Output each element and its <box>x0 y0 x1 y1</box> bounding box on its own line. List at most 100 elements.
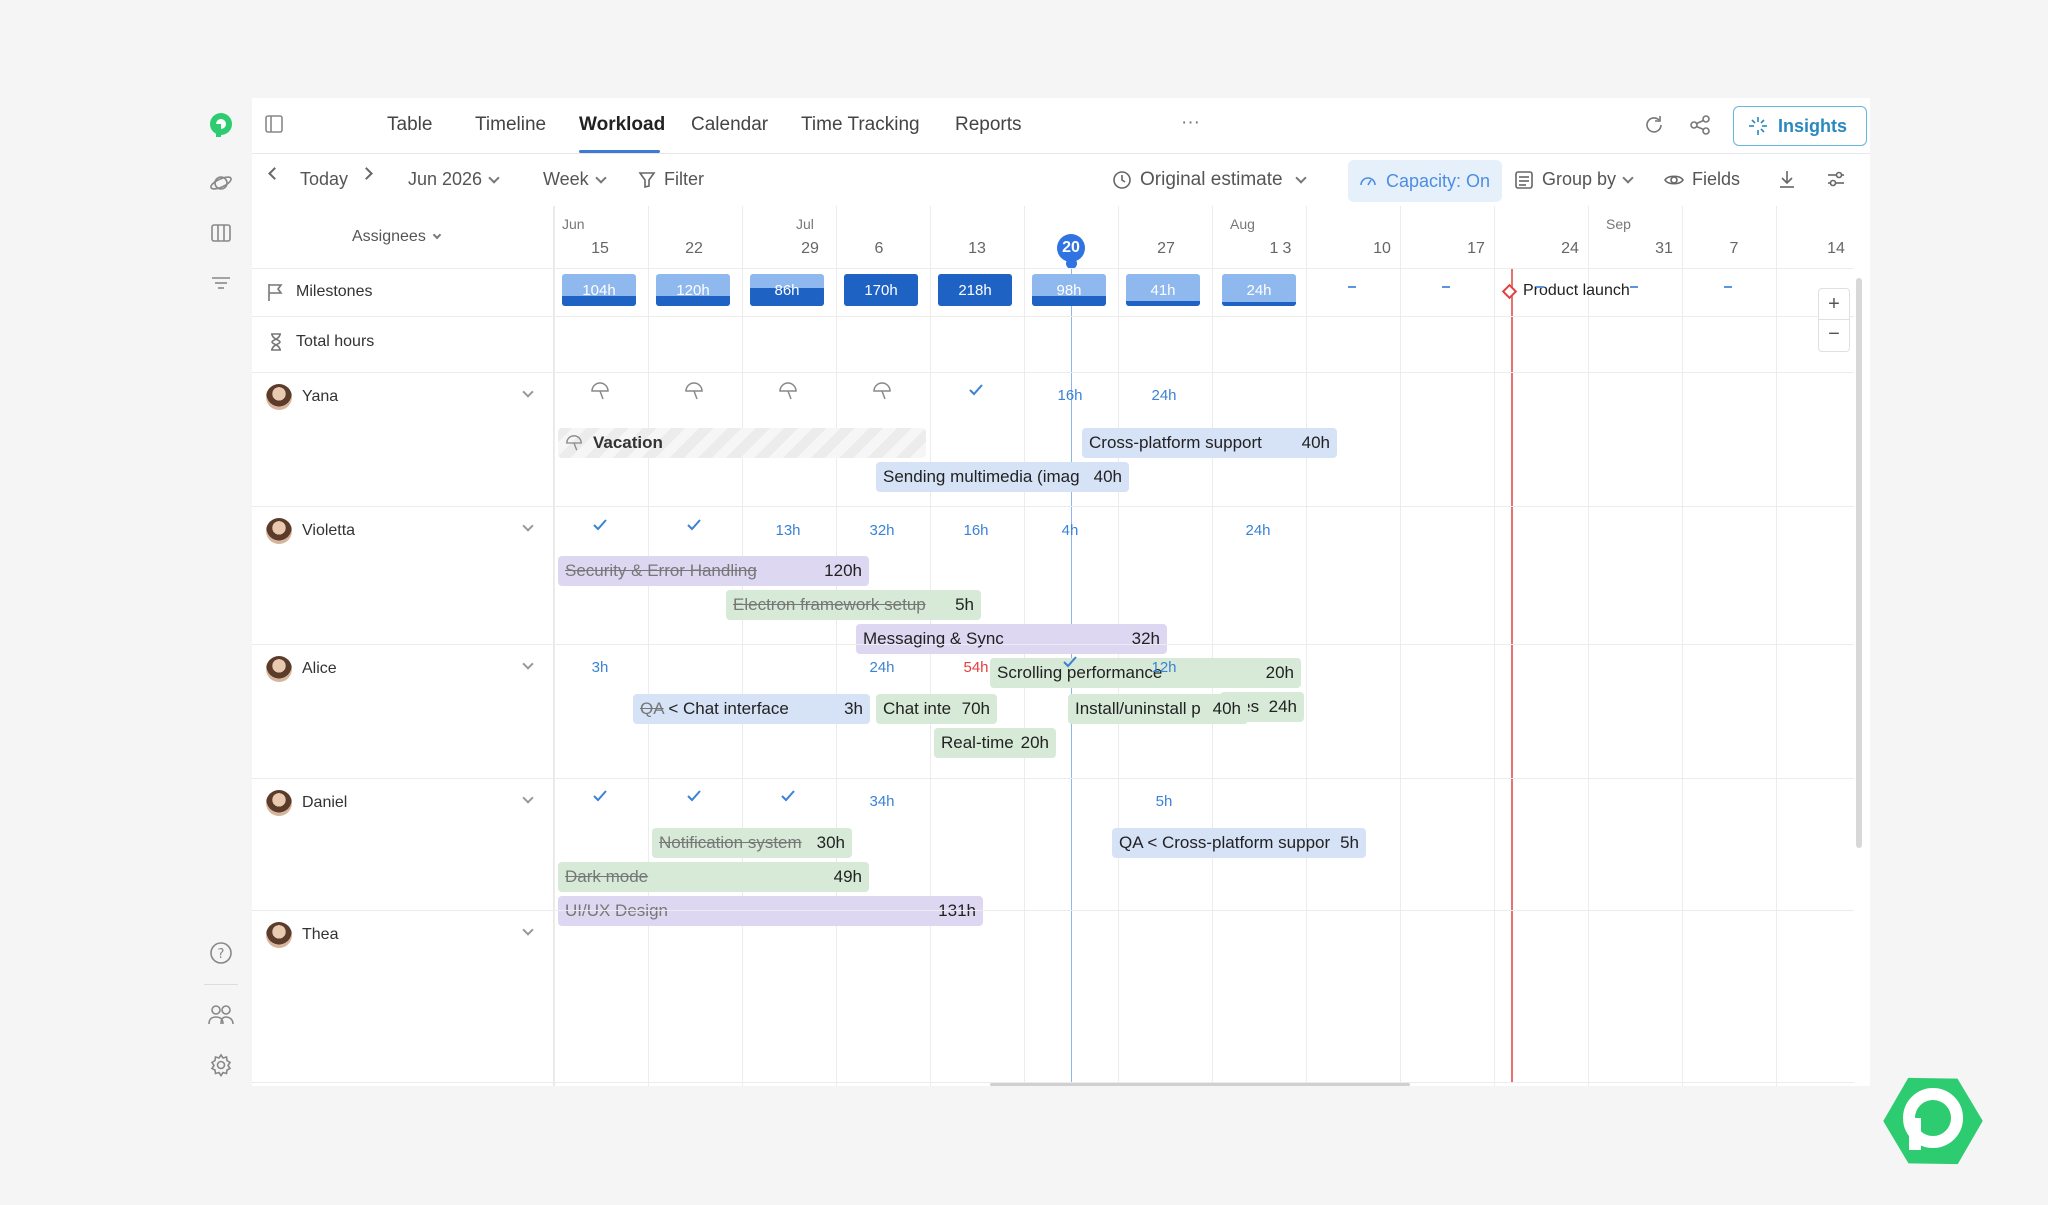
total-hours-bar[interactable]: 170h <box>844 274 918 306</box>
tab-table[interactable]: Table <box>387 114 432 136</box>
capacity-cell: 34h <box>869 793 895 810</box>
task-hours: 40h <box>1093 467 1122 486</box>
filter-button[interactable]: Filter <box>638 169 704 190</box>
estimate-select[interactable]: Original estimate <box>1112 169 1307 191</box>
empty-hours-dash <box>1630 286 1638 288</box>
total-hours-bar[interactable]: 86h <box>750 274 824 306</box>
capacity-cell: 4h <box>1061 522 1079 539</box>
team-icon[interactable] <box>206 1000 236 1030</box>
task-name: Dark mode <box>565 867 649 886</box>
total-hours-label: Total hours <box>296 333 375 350</box>
zoom-control: + − <box>1818 288 1850 352</box>
task-bar[interactable]: Electron framework setup 5h <box>726 590 981 620</box>
assignee-thea[interactable]: Thea <box>266 922 338 948</box>
task-name: Vacation <box>593 433 663 452</box>
week-gridline <box>1776 206 1777 1086</box>
capacity-toggle[interactable]: Capacity: On <box>1348 160 1502 202</box>
tab-reports[interactable]: Reports <box>955 114 1022 136</box>
total-hours-bar[interactable]: 24h <box>1222 274 1296 306</box>
total-hours-bar[interactable]: 104h <box>562 274 636 306</box>
scale-select[interactable]: Week <box>543 169 607 190</box>
refresh-icon[interactable] <box>1643 114 1665 141</box>
scale-label: Week <box>543 169 589 189</box>
assignee-name: Violetta <box>302 522 356 539</box>
task-bar[interactable]: Scrolling performance 20h <box>990 658 1301 688</box>
share-icon[interactable] <box>1689 114 1711 141</box>
assignee-alice[interactable]: Alice <box>266 656 337 682</box>
total-hours-value: 98h <box>1056 281 1082 299</box>
total-hours-value: 170h <box>864 281 898 299</box>
total-hours-bar[interactable]: 218h <box>938 274 1012 306</box>
today-button[interactable]: Today <box>300 169 348 190</box>
milestone-product-launch[interactable]: Product launch <box>1501 282 1630 300</box>
download-icon[interactable] <box>1777 169 1797 189</box>
week-gridline <box>742 206 743 1086</box>
next-period-button[interactable] <box>360 167 373 180</box>
board-icon[interactable] <box>206 218 236 248</box>
period-select[interactable]: Jun 2026 <box>408 169 500 190</box>
assignees-sort-button[interactable]: Assignees <box>352 228 442 246</box>
capacity-cell: 24h <box>1245 522 1271 539</box>
task-bar[interactable]: Chat inte 70h <box>876 694 997 724</box>
week-label: 29 <box>801 240 819 257</box>
sparkle-icon <box>1749 117 1767 135</box>
more-tabs-button[interactable]: ··· <box>1181 112 1200 134</box>
estimate-label: Original estimate <box>1140 169 1283 190</box>
settings-gear-icon[interactable] <box>206 1050 236 1080</box>
insights-button[interactable]: Insights <box>1733 106 1867 146</box>
filter-list-icon[interactable] <box>206 268 236 298</box>
week-gridline <box>1212 206 1213 1086</box>
tab-calendar[interactable]: Calendar <box>691 114 768 136</box>
assignee-daniel[interactable]: Daniel <box>266 790 347 816</box>
total-hours-value: 120h <box>676 281 710 299</box>
brand-logo-icon[interactable] <box>206 110 236 140</box>
row-divider <box>252 316 1854 317</box>
tab-time-tracking[interactable]: Time Tracking <box>801 114 920 136</box>
zoom-in-button[interactable]: + <box>1819 289 1849 320</box>
planet-icon[interactable] <box>206 168 236 198</box>
total-hours-value: 41h <box>1150 281 1176 299</box>
task-bar[interactable]: Dark mode 49h <box>558 862 869 892</box>
task-bar[interactable]: QA < Chat interface 3h <box>633 694 870 724</box>
eye-icon <box>1664 174 1684 185</box>
task-bar[interactable]: Messaging & Sync 32h <box>856 624 1167 654</box>
task-hours: 5h <box>1340 833 1359 852</box>
panel-toggle-icon[interactable] <box>264 114 284 139</box>
task-bar[interactable]: UI/UX Design 131h <box>558 896 983 926</box>
task-bar[interactable]: Security & Error Handling 120h <box>558 556 869 586</box>
check-icon <box>591 516 609 538</box>
assignee-violetta[interactable]: Violetta <box>266 518 355 544</box>
capacity-cell: 32h <box>869 522 895 539</box>
assignee-yana[interactable]: Yana <box>266 384 338 410</box>
tab-workload[interactable]: Workload <box>579 114 665 136</box>
total-hours-bar[interactable]: 98h <box>1032 274 1106 306</box>
vertical-scrollbar[interactable] <box>1856 278 1862 848</box>
chevron-down-icon <box>1622 171 1634 184</box>
avatar <box>266 384 292 410</box>
week-gridline <box>554 206 555 1086</box>
horizontal-scrollbar[interactable] <box>990 1083 1410 1086</box>
total-hours-bar[interactable]: 41h <box>1126 274 1200 306</box>
week-label: 3 <box>1282 240 1292 257</box>
chevron-down-icon <box>1294 172 1307 184</box>
task-bar[interactable]: Cross-platform support 40h <box>1082 428 1337 458</box>
group-by-select[interactable]: Group by <box>1514 169 1634 190</box>
task-bar[interactable]: Notification system 30h <box>652 828 852 858</box>
row-divider <box>252 778 1854 779</box>
view-settings-icon[interactable] <box>1826 169 1846 189</box>
task-bar[interactable]: Sending multimedia (imag 40h <box>876 462 1129 492</box>
task-hours: 120h <box>824 561 862 580</box>
fields-button[interactable]: Fields <box>1664 169 1740 190</box>
task-bar[interactable]: Real-time 20h <box>934 728 1056 758</box>
assignee-name: Alice <box>302 660 337 677</box>
prev-period-button[interactable] <box>268 167 281 180</box>
tab-timeline[interactable]: Timeline <box>475 114 546 136</box>
task-bar[interactable]: QA < Cross-platform suppor 5h <box>1112 828 1366 858</box>
task-bar[interactable]: Install/uninstall p 40h <box>1068 694 1248 724</box>
zoom-out-button[interactable]: − <box>1819 320 1849 351</box>
brand-badge-icon[interactable] <box>1880 1068 1986 1179</box>
task-bar[interactable]: Vacation <box>558 428 926 458</box>
capacity-cell: 24h <box>1151 387 1177 404</box>
help-icon[interactable]: ? <box>206 938 236 968</box>
total-hours-bar[interactable]: 120h <box>656 274 730 306</box>
